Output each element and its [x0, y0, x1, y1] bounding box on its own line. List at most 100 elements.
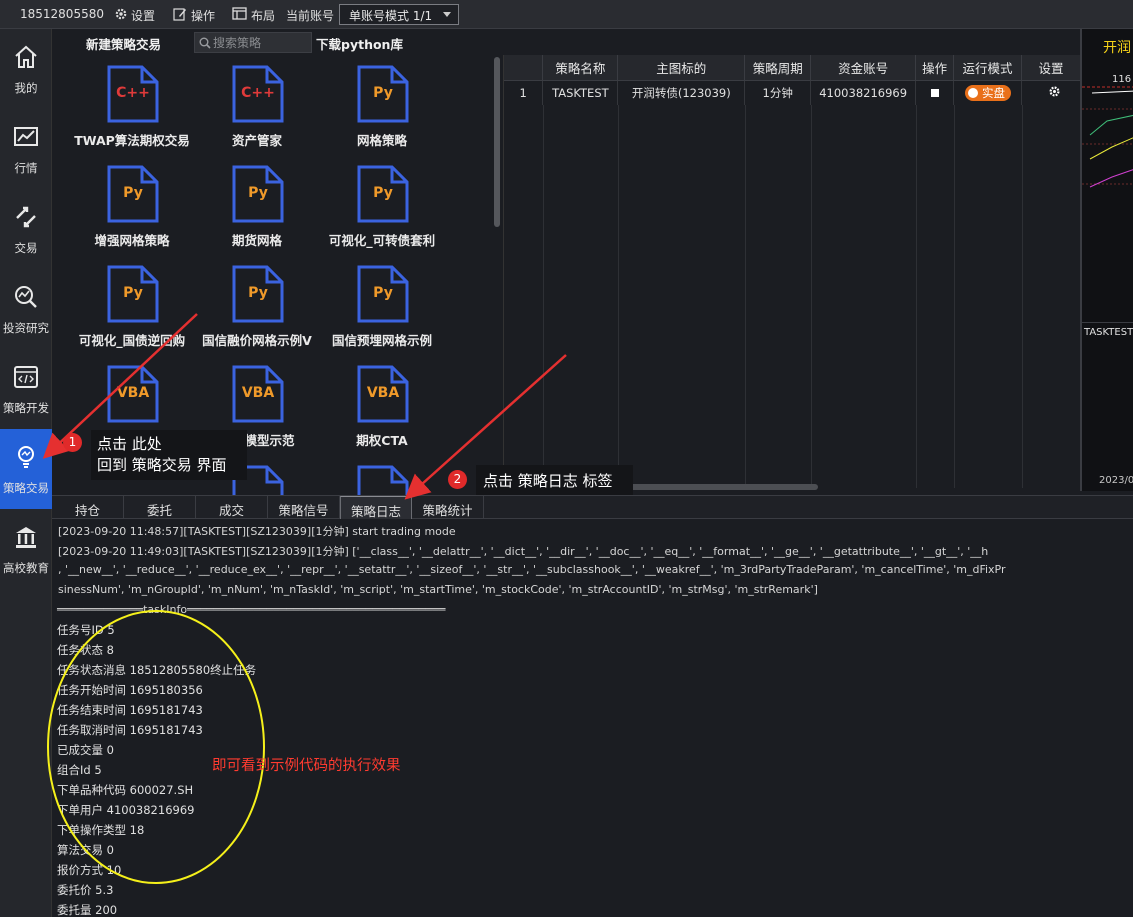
search-input[interactable] — [213, 35, 309, 51]
sidebar-item-strategy-dev[interactable]: 策略开发 — [0, 349, 52, 429]
strategy-file-item[interactable] — [320, 455, 444, 495]
file-name-label: 可视化_可转债套利 — [328, 233, 436, 248]
file-type-label: VBA — [116, 385, 150, 401]
account-mode-select[interactable]: 单账号模式 1/1 — [339, 4, 459, 25]
strategy-file-item[interactable]: Py 国信预埋网格示例 — [320, 255, 444, 355]
settings-cell — [1021, 80, 1081, 105]
column-header[interactable]: 主图标的 — [617, 55, 746, 81]
task-info-line: 委托价 5.3 — [57, 883, 114, 897]
strategy-file-item[interactable]: VBA 期权CTA — [320, 355, 444, 455]
strategy-file-item[interactable]: Py 网格策略 — [320, 55, 444, 155]
file-name-label: 网格策略 — [356, 133, 407, 148]
account-cell: 410038216969 — [810, 80, 917, 105]
callout-text: 回到 策略交易 界面 — [97, 456, 227, 474]
table-row[interactable]: 1 TASKTEST 开润转债(123039) 1分钟 410038216969… — [504, 80, 1081, 105]
tab-strategy-stats[interactable]: 策略统计 — [412, 496, 484, 519]
column-divider — [954, 105, 955, 488]
chart-lines — [1082, 86, 1133, 188]
column-divider — [811, 105, 812, 488]
sidebar-item-label: 我的 — [14, 81, 38, 95]
edit-icon[interactable] — [173, 7, 187, 21]
layout-menu[interactable]: 布局 — [251, 7, 275, 24]
tab-orders[interactable]: 委托 — [124, 496, 196, 519]
sidebar-item-strategy-trade[interactable]: 策略交易 — [0, 429, 52, 509]
user-phone: 18512805580 — [20, 7, 104, 21]
file-type-label: Py — [373, 285, 393, 301]
chevron-down-icon — [443, 12, 451, 17]
column-header[interactable]: 资金账号 — [810, 55, 917, 81]
column-header — [504, 55, 544, 81]
tab-deals[interactable]: 成交 — [196, 496, 268, 519]
sidebar-item-label: 策略开发 — [3, 401, 49, 415]
chart-divider — [1082, 322, 1133, 323]
gear-icon[interactable] — [114, 7, 128, 21]
tab-strategy-log[interactable]: 策略日志 — [340, 496, 412, 519]
column-divider — [745, 105, 746, 488]
layout-icon[interactable] — [232, 7, 247, 20]
mini-kline-chart: 开润 116 TASKTEST 2023/0 — [1080, 29, 1133, 491]
file-type-label: C++ — [116, 85, 150, 101]
task-info-line: 下单用户 410038216969 — [57, 803, 195, 817]
file-type-label: C++ — [241, 85, 275, 101]
research-icon — [15, 286, 37, 308]
sidebar: 我的 行情 交易 投资研究 策略开发 策略交易 高校教育 — [0, 29, 52, 917]
file-type-label: Py — [123, 285, 143, 301]
school-icon — [16, 527, 36, 548]
sidebar-item-education[interactable]: 高校教育 — [0, 509, 52, 589]
sidebar-item-label: 投资研究 — [3, 321, 49, 335]
log-line: [2023-09-20 11:48:57][TASKTEST][SZ123039… — [58, 525, 456, 538]
code-icon — [14, 366, 38, 388]
file-type-label: Py — [248, 185, 268, 201]
column-header[interactable]: 运行模式 — [953, 55, 1022, 81]
running-strategy-table: 策略名称 主图标的 策略周期 资金账号 操作 运行模式 设置 1 TASKTES… — [503, 55, 1081, 488]
callout-step-2: 点击 策略日志 标签 — [476, 465, 633, 495]
column-header[interactable]: 操作 — [915, 55, 955, 81]
home-icon — [15, 45, 37, 68]
sidebar-item-market[interactable]: 行情 — [0, 109, 52, 189]
gear-icon[interactable] — [1048, 85, 1061, 98]
task-info-line: 组合Id 5 — [57, 763, 102, 777]
tab-strategy-signal[interactable]: 策略信号 — [268, 496, 340, 519]
price-label: 116 — [1112, 74, 1132, 85]
task-info-line: 下单操作类型 18 — [57, 823, 145, 837]
sidebar-item-trade[interactable]: 交易 — [0, 189, 52, 269]
operate-menu[interactable]: 操作 — [191, 7, 215, 24]
task-info-line: 委托量 200 — [57, 903, 118, 917]
series-label: TASKTEST — [1084, 327, 1133, 338]
log-separator: ═════════════taskInfo═══════════════════… — [57, 603, 446, 616]
task-info-line: 报价方式 10 — [57, 863, 122, 877]
column-divider — [1022, 105, 1023, 488]
tab-download-python[interactable]: 下载python库 — [316, 34, 403, 53]
step-badge-2: 2 — [448, 470, 467, 489]
column-header[interactable]: 策略名称 — [542, 55, 619, 81]
task-info-line: 任务取消时间 1695181743 — [57, 723, 203, 737]
file-type-label: Py — [373, 85, 393, 101]
date-label: 2023/0 — [1099, 475, 1133, 486]
live-mode-toggle[interactable]: 实盘 — [964, 84, 1011, 101]
settings-menu[interactable]: 设置 — [131, 7, 155, 24]
task-info-line: 任务号ID 5 — [57, 623, 115, 637]
top-toolbar: 18512805580 设置 操作 布局 当前账号 单账号模式 1/1 — [0, 0, 1133, 29]
stop-button[interactable] — [930, 88, 939, 97]
file-name-label: 国信预埋网格示例 — [331, 333, 432, 348]
sidebar-item-mine[interactable]: 我的 — [0, 29, 52, 109]
current-account-label: 当前账号 — [286, 9, 335, 23]
tab-positions[interactable]: 持仓 — [52, 496, 124, 519]
bulb-icon — [18, 446, 34, 468]
column-divider — [916, 105, 917, 488]
strategy-grid-scrollbar[interactable] — [494, 57, 500, 227]
callout-text: 点击 此处 — [97, 435, 162, 453]
result-note: 即可看到示例代码的执行效果 — [212, 758, 401, 774]
log-line: , '__new__', '__reduce__', '__reduce_ex_… — [58, 563, 1006, 576]
task-info-line: 任务状态 8 — [57, 643, 114, 657]
column-header[interactable]: 策略周期 — [744, 55, 812, 81]
sidebar-item-label: 策略交易 — [3, 481, 49, 495]
column-divider — [543, 105, 544, 488]
period-cell: 1分钟 — [744, 80, 812, 105]
sidebar-item-research[interactable]: 投资研究 — [0, 269, 52, 349]
sidebar-item-label: 高校教育 — [3, 561, 49, 575]
column-header[interactable]: 设置 — [1021, 55, 1081, 81]
strategy-file-item[interactable]: Py 可视化_可转债套利 — [320, 155, 444, 255]
strategy-search-box[interactable] — [194, 32, 312, 53]
tab-new-strategy[interactable]: 新建策略交易 — [86, 34, 161, 53]
